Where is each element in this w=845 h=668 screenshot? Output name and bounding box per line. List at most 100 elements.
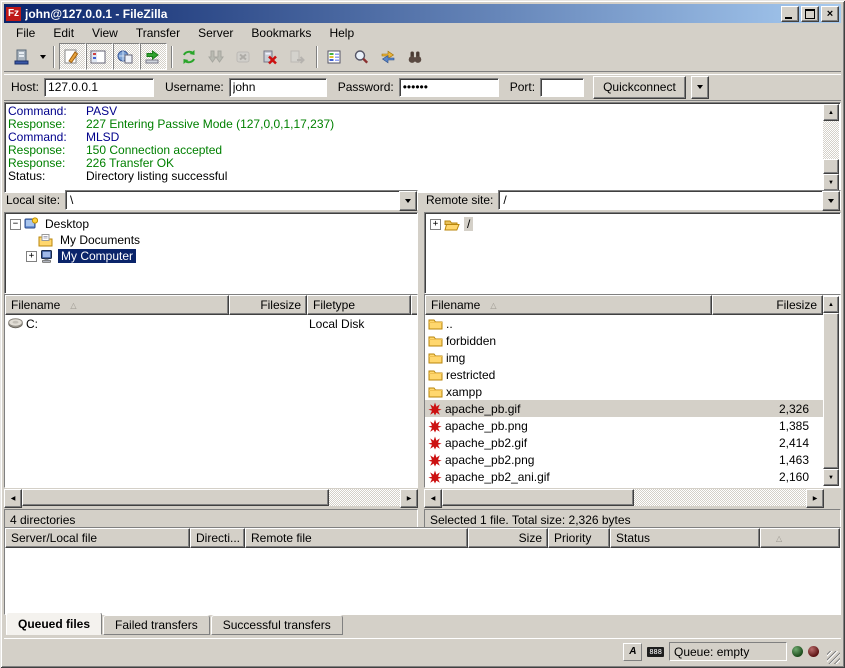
password-input[interactable]: [399, 78, 499, 97]
file-size-cell: 1,385: [712, 419, 823, 433]
toggle-queue-button[interactable]: [140, 43, 167, 70]
tab-label: Successful transfers: [223, 618, 331, 632]
collapse-icon[interactable]: −: [10, 219, 21, 230]
file-row[interactable]: apache_pb2_ani.gif2,160: [425, 468, 823, 485]
file-row[interactable]: apache_pb2.gif2,414: [425, 434, 823, 451]
file-row[interactable]: apache_pb.png1,385: [425, 417, 823, 434]
site-manager-button[interactable]: [9, 43, 36, 70]
scroll-up-icon[interactable]: ▲: [823, 296, 839, 313]
menu-view[interactable]: View: [83, 24, 127, 42]
cancel-operation-button[interactable]: [231, 43, 258, 70]
file-row[interactable]: restricted: [425, 366, 823, 383]
close-button[interactable]: ×: [821, 6, 839, 22]
scrollbar-thumb[interactable]: [823, 313, 839, 469]
file-name-cell: apache_pb.png: [425, 419, 712, 433]
column-header-label: Size: [519, 531, 542, 545]
menu-file[interactable]: File: [7, 24, 44, 42]
local-column-header-filesize[interactable]: Filesize: [229, 295, 307, 315]
transfer-type-icon[interactable]: A: [623, 643, 642, 661]
scroll-down-icon[interactable]: ▼: [823, 469, 839, 486]
reconnect-button[interactable]: [285, 43, 312, 70]
queue-column-header-remotefile[interactable]: Remote file: [245, 528, 468, 548]
local-site-combo[interactable]: \: [65, 190, 418, 210]
file-row[interactable]: ..: [425, 315, 823, 332]
file-row[interactable]: apache_pb.gif2,326: [425, 400, 823, 417]
filter-button[interactable]: [322, 43, 349, 70]
remote-site-dropdown-button[interactable]: [822, 191, 840, 211]
tab-successful-transfers[interactable]: Successful transfers: [211, 615, 343, 635]
file-row[interactable]: apache_pb2.png1,463: [425, 451, 823, 468]
local-site-dropdown-button[interactable]: [399, 191, 417, 211]
remote-column-header-filesize[interactable]: Filesize: [712, 295, 823, 315]
toggle-message-log-button[interactable]: [59, 43, 86, 70]
log-lines: Command:PASVResponse:227 Entering Passiv…: [8, 105, 840, 183]
tree-item[interactable]: +My Computer: [5, 248, 417, 264]
menu-edit[interactable]: Edit: [44, 24, 83, 42]
disconnect-button[interactable]: [258, 43, 285, 70]
expand-icon[interactable]: +: [26, 251, 37, 262]
remote-vertical-scrollbar[interactable]: ▲ ▼: [823, 296, 839, 486]
queue-status: Queue: empty: [669, 642, 787, 661]
scroll-left-icon[interactable]: ◀: [424, 489, 442, 508]
file-row[interactable]: C:Local Disk: [5, 315, 417, 332]
scroll-up-icon[interactable]: ▲: [823, 104, 839, 121]
tree-item[interactable]: My Documents: [5, 232, 417, 248]
scroll-left-icon[interactable]: ◀: [4, 489, 22, 508]
file-row[interactable]: forbidden: [425, 332, 823, 349]
file-row[interactable]: img: [425, 349, 823, 366]
queue-column-header-serverlocalfile[interactable]: Server/Local file: [5, 528, 190, 548]
menu-transfer[interactable]: Transfer: [127, 24, 189, 42]
local-column-header-l[interactable]: L: [411, 295, 418, 315]
queue-column-header-size[interactable]: Size: [468, 528, 548, 548]
scroll-right-icon[interactable]: ▶: [400, 489, 418, 508]
local-column-header-filename[interactable]: Filename△: [5, 295, 229, 315]
username-input[interactable]: [229, 78, 327, 97]
log-vertical-scrollbar[interactable]: ▲ ▼: [823, 104, 839, 191]
speed-limit-icon[interactable]: 888: [647, 647, 664, 657]
toggle-remote-tree-button[interactable]: [113, 43, 140, 70]
file-name: apache_pb.gif: [445, 402, 520, 416]
directory-comparison-button[interactable]: [349, 43, 376, 70]
queue-column-header-priority[interactable]: Priority: [548, 528, 610, 548]
scroll-right-icon[interactable]: ▶: [806, 489, 824, 508]
drive-icon: [8, 318, 23, 329]
menu-bookmarks[interactable]: Bookmarks: [242, 24, 320, 42]
local-horizontal-scrollbar[interactable]: ◀ ▶: [4, 489, 418, 506]
toggle-local-tree-button[interactable]: [86, 43, 113, 70]
menu-server[interactable]: Server: [189, 24, 242, 42]
menu-bar: FileEditViewTransferServerBookmarksHelp: [4, 23, 841, 42]
find-files-button[interactable]: [403, 43, 430, 70]
maximize-button[interactable]: [801, 6, 819, 22]
quickconnect-button[interactable]: Quickconnect: [593, 76, 686, 99]
local-column-header-filetype[interactable]: Filetype: [307, 295, 411, 315]
scrollbar-thumb[interactable]: [22, 489, 329, 506]
synchronized-browsing-button[interactable]: [376, 43, 403, 70]
image-file-icon: [428, 419, 442, 433]
tab-queued-files[interactable]: Queued files: [6, 612, 102, 635]
site-manager-dropdown[interactable]: [36, 44, 49, 69]
queue-column-header-x[interactable]: △: [760, 528, 840, 548]
queue-column-header-directi[interactable]: Directi...: [190, 528, 245, 548]
process-queue-button[interactable]: [204, 43, 231, 70]
remote-column-header-filename[interactable]: Filename△: [425, 295, 712, 315]
expand-icon[interactable]: +: [430, 219, 441, 230]
host-input[interactable]: [44, 78, 154, 97]
app-icon[interactable]: Fz: [6, 7, 21, 21]
queue-column-header-status[interactable]: Status: [610, 528, 760, 548]
remote-site-combo[interactable]: /: [498, 190, 841, 210]
tab-failed-transfers[interactable]: Failed transfers: [103, 615, 210, 635]
refresh-button[interactable]: [177, 43, 204, 70]
menu-help[interactable]: Help: [320, 24, 363, 42]
tree-item[interactable]: +/: [425, 216, 840, 232]
message-log: Command:PASVResponse:227 Entering Passiv…: [4, 102, 841, 193]
file-row[interactable]: xampp: [425, 383, 823, 400]
resize-grip[interactable]: [827, 651, 840, 664]
remote-horizontal-scrollbar[interactable]: ◀ ▶: [424, 489, 841, 506]
minimize-button[interactable]: [781, 6, 799, 22]
tree-item[interactable]: −Desktop: [5, 216, 417, 232]
quickconnect-dropdown-button[interactable]: [691, 76, 709, 99]
port-input[interactable]: [540, 78, 584, 97]
scrollbar-thumb[interactable]: [442, 489, 634, 506]
scrollbar-thumb[interactable]: [823, 159, 839, 174]
file-name: img: [446, 351, 465, 365]
